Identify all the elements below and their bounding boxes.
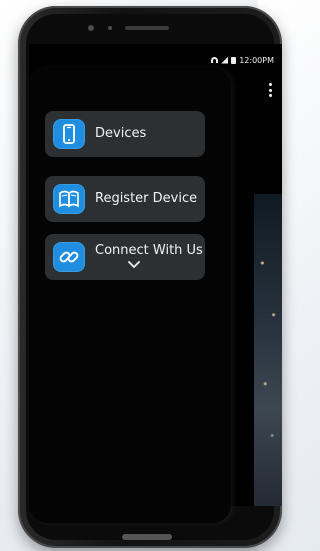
- proximity-sensor-icon: [108, 26, 112, 30]
- status-bar: 12:00PM: [211, 54, 274, 66]
- chevron-down-icon[interactable]: [128, 260, 140, 270]
- menu-item-label: Register Device: [95, 191, 198, 206]
- menu-item-label: Connect With Us: [95, 243, 203, 258]
- front-camera-icon: [88, 25, 94, 31]
- navigation-drawer: Devices Register Device Connect With Us: [29, 68, 231, 523]
- signal-icon: [221, 56, 229, 64]
- menu-item-connect-with-us[interactable]: Connect With Us: [45, 234, 205, 280]
- more-dot: [268, 83, 272, 86]
- wifi-icon: [211, 57, 219, 63]
- background-cityscape: [254, 194, 282, 506]
- link-icon: [53, 242, 85, 272]
- speaker-grille: [125, 26, 169, 30]
- menu-item-register-device[interactable]: Register Device: [45, 176, 205, 222]
- more-options-icon[interactable]: [268, 83, 272, 97]
- phone-device-icon: [53, 119, 85, 149]
- status-time: 12:00PM: [239, 55, 274, 65]
- menu-item-label: Devices: [95, 126, 147, 141]
- more-dot: [268, 94, 272, 97]
- book-icon: [53, 184, 85, 214]
- battery-icon: [231, 56, 237, 64]
- more-dot: [268, 88, 272, 92]
- home-bar: [122, 534, 172, 540]
- menu-item-devices[interactable]: Devices: [45, 111, 205, 157]
